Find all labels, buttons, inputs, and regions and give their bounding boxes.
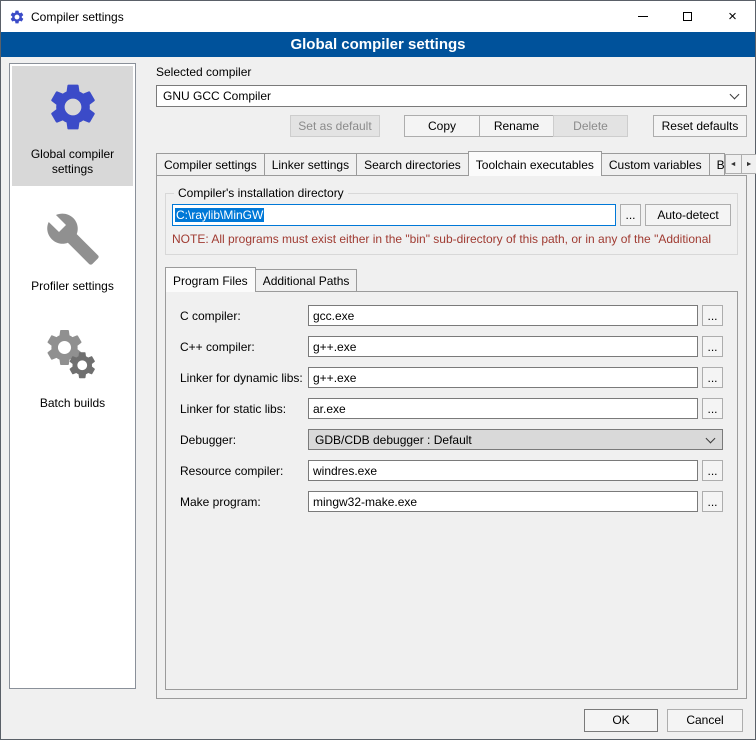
dynamic-linker-browse-button[interactable]: ...	[702, 367, 723, 388]
static-linker-label: Linker for static libs:	[180, 402, 308, 416]
make-program-label: Make program:	[180, 495, 308, 509]
tab-linker-settings[interactable]: Linker settings	[264, 153, 357, 175]
tab-toolchain-executables[interactable]: Toolchain executables	[468, 151, 602, 176]
debugger-label: Debugger:	[180, 433, 308, 447]
resource-compiler-browse-button[interactable]: ...	[702, 460, 723, 481]
installation-directory-input[interactable]: C:\raylib\MinGW	[172, 204, 616, 226]
cpp-compiler-browse-button[interactable]: ...	[702, 336, 723, 357]
installation-directory-group-title: Compiler's installation directory	[174, 186, 348, 200]
tab-build-options-clipped[interactable]: Buil	[709, 153, 725, 175]
static-linker-input[interactable]	[308, 398, 698, 419]
tab-program-files[interactable]: Program Files	[165, 267, 256, 292]
installation-directory-group: Compiler's installation directory C:\ray…	[165, 186, 738, 255]
field-row: Linker for dynamic libs: ...	[180, 367, 723, 388]
selected-compiler-label: Selected compiler	[156, 65, 747, 79]
tab-scroll-left-button[interactable]: ◄	[725, 154, 742, 174]
browse-directory-button[interactable]: ...	[620, 204, 641, 226]
category-sidebar: Global compiler settings Profiler settin…	[9, 63, 136, 689]
dialog-header: Global compiler settings	[1, 32, 755, 57]
profiler-icon	[45, 211, 101, 267]
field-row: Resource compiler: ...	[180, 460, 723, 481]
program-files-panel: C compiler: ... C++ compiler: ... Linker…	[165, 291, 738, 690]
close-icon: ×	[728, 9, 737, 24]
settings-tabbar: Compiler settings Linker settings Search…	[156, 151, 747, 175]
dynamic-linker-input[interactable]	[308, 367, 698, 388]
rename-button[interactable]: Rename	[479, 115, 554, 137]
sidebar-item-label: Batch builds	[40, 396, 105, 411]
compiler-settings-window: Compiler settings × Global compiler sett…	[0, 0, 756, 740]
resource-compiler-label: Resource compiler:	[180, 464, 308, 478]
sidebar-item-global-compiler-settings[interactable]: Global compiler settings	[12, 66, 133, 186]
field-row: C compiler: ...	[180, 305, 723, 326]
minimize-button[interactable]	[620, 1, 665, 32]
tab-search-directories[interactable]: Search directories	[356, 153, 469, 175]
selected-compiler-value: GNU GCC Compiler	[163, 89, 731, 103]
tab-scroll-buttons: ◄ ►	[725, 154, 756, 174]
field-row: Debugger: GDB/CDB debugger : Default	[180, 429, 723, 450]
c-compiler-input[interactable]	[308, 305, 698, 326]
left-arrow-icon: ◄	[730, 161, 737, 168]
sidebar-item-profiler-settings[interactable]: Profiler settings	[12, 198, 133, 303]
toolchain-executables-panel: Compiler's installation directory C:\ray…	[156, 175, 747, 699]
chevron-down-icon	[730, 90, 740, 100]
debugger-value: GDB/CDB debugger : Default	[315, 433, 707, 447]
cancel-button[interactable]: Cancel	[667, 709, 743, 732]
field-row: Make program: ...	[180, 491, 723, 512]
selected-compiler-combobox[interactable]: GNU GCC Compiler	[156, 85, 747, 107]
debugger-combobox[interactable]: GDB/CDB debugger : Default	[308, 429, 723, 450]
tab-custom-variables[interactable]: Custom variables	[601, 153, 710, 175]
dialog-footer: OK Cancel	[1, 701, 755, 739]
installation-directory-row: C:\raylib\MinGW ... Auto-detect	[172, 204, 731, 226]
window-title: Compiler settings	[31, 10, 124, 24]
batch-builds-icon	[45, 328, 101, 384]
make-program-browse-button[interactable]: ...	[702, 491, 723, 512]
sidebar-item-label: Global compiler settings	[14, 147, 131, 177]
gear-icon	[45, 79, 101, 135]
field-row: C++ compiler: ...	[180, 336, 723, 357]
compiler-actions-row: Set as default Copy Rename Delete Reset …	[156, 115, 747, 137]
auto-detect-button[interactable]: Auto-detect	[645, 204, 731, 226]
minimize-icon	[638, 16, 648, 17]
ok-button[interactable]: OK	[584, 709, 658, 732]
c-compiler-browse-button[interactable]: ...	[702, 305, 723, 326]
chevron-down-icon	[706, 433, 716, 443]
make-program-input[interactable]	[308, 491, 698, 512]
titlebar: Compiler settings ×	[1, 1, 755, 32]
static-linker-browse-button[interactable]: ...	[702, 398, 723, 419]
dialog-content: Global compiler settings Profiler settin…	[1, 57, 755, 701]
right-arrow-icon: ►	[746, 161, 753, 168]
delete-button: Delete	[553, 115, 628, 137]
tab-additional-paths[interactable]: Additional Paths	[255, 269, 358, 291]
program-tabbar: Program Files Additional Paths	[165, 267, 738, 291]
cpp-compiler-label: C++ compiler:	[180, 340, 308, 354]
reset-defaults-button[interactable]: Reset defaults	[653, 115, 747, 137]
maximize-button[interactable]	[665, 1, 710, 32]
set-as-default-button: Set as default	[290, 115, 380, 137]
installation-directory-selected-text: C:\raylib\MinGW	[175, 208, 264, 222]
field-row: Linker for static libs: ...	[180, 398, 723, 419]
tab-scroll-right-button[interactable]: ►	[741, 154, 756, 174]
resource-compiler-input[interactable]	[308, 460, 698, 481]
tab-compiler-settings[interactable]: Compiler settings	[156, 153, 265, 175]
c-compiler-label: C compiler:	[180, 309, 308, 323]
sidebar-item-batch-builds[interactable]: Batch builds	[12, 315, 133, 420]
dialog-header-title: Global compiler settings	[290, 36, 465, 53]
installation-directory-note: NOTE: All programs must exist either in …	[172, 232, 731, 246]
copy-button[interactable]: Copy	[404, 115, 480, 137]
dynamic-linker-label: Linker for dynamic libs:	[180, 371, 308, 385]
window-controls: ×	[620, 1, 755, 32]
sidebar-item-label: Profiler settings	[31, 279, 114, 294]
cpp-compiler-input[interactable]	[308, 336, 698, 357]
close-button[interactable]: ×	[710, 1, 755, 32]
app-icon	[9, 9, 25, 25]
main-area: Selected compiler GNU GCC Compiler Set a…	[146, 63, 747, 701]
maximize-icon	[683, 12, 692, 21]
